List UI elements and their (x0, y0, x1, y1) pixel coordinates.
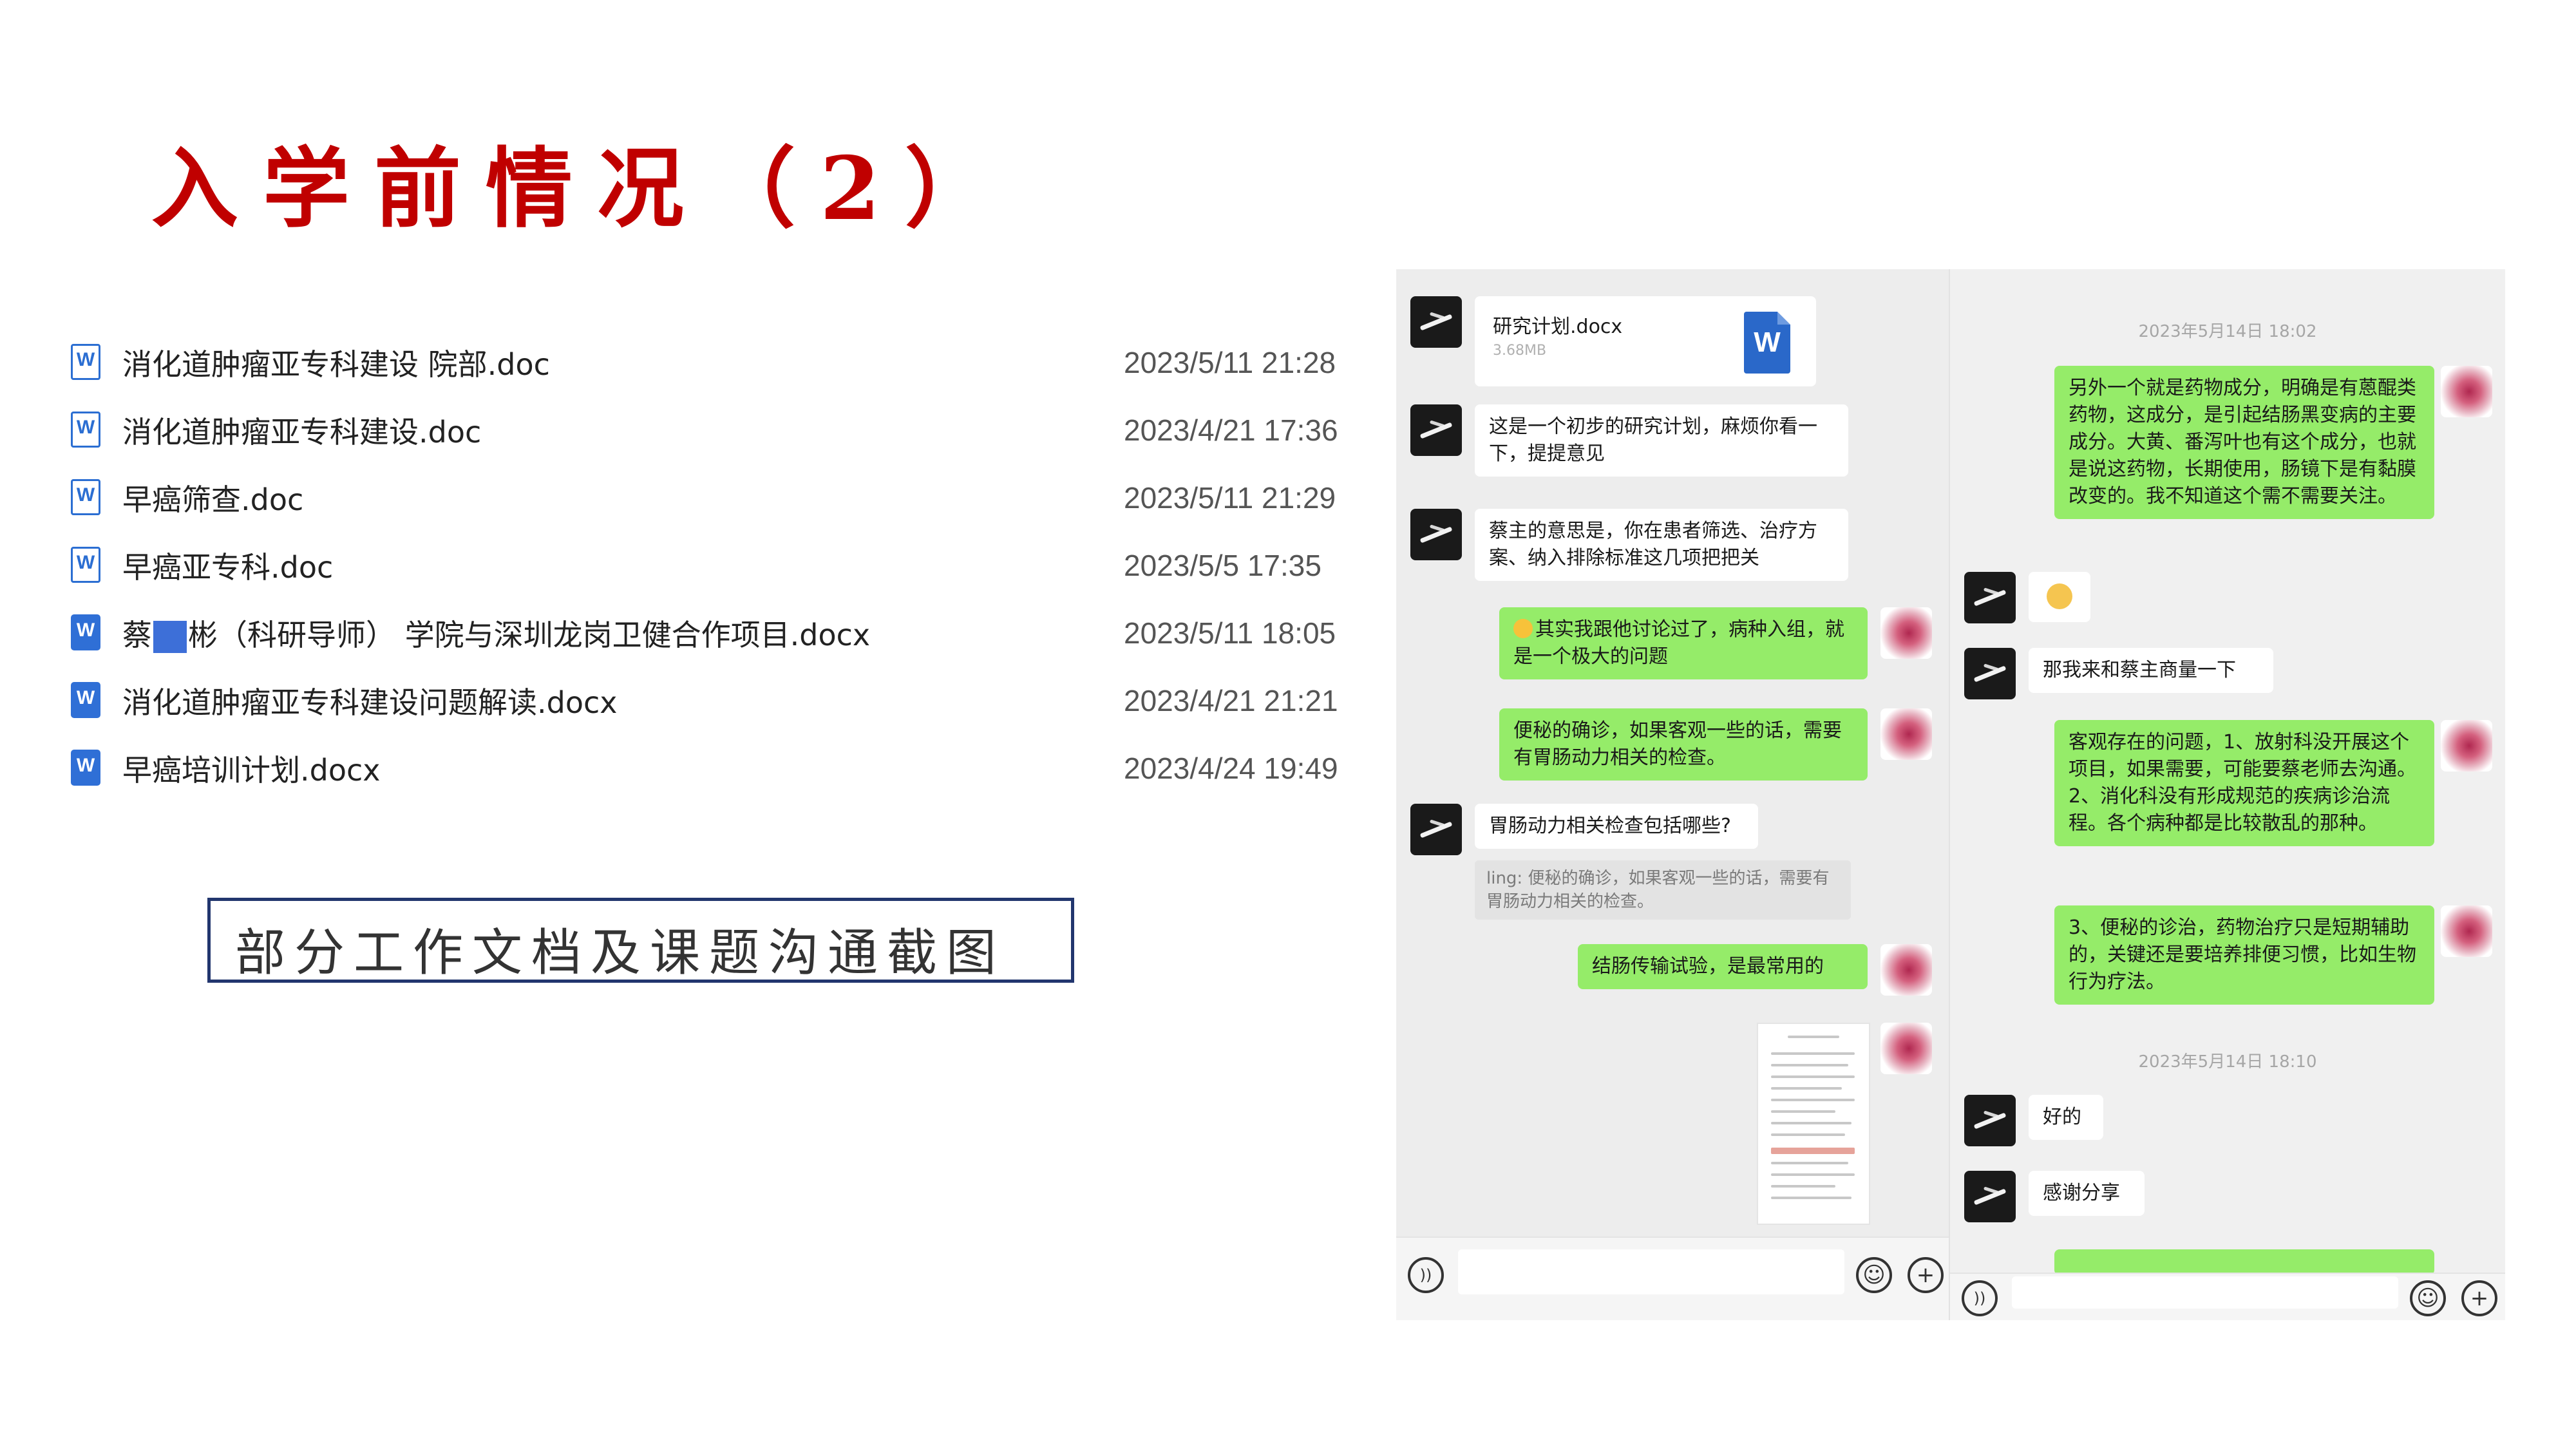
chat-message-sent: 其实我跟他讨论过了，病种入组，就是一个极大的问题 (1499, 607, 1868, 679)
file-name: 蔡 彬（科研导师） 学院与深圳龙岗卫健合作项目.docx (122, 612, 870, 654)
avatar (1880, 708, 1932, 760)
avatar (1964, 1171, 2016, 1222)
chat-message-sent: 客观存在的问题，1、放射科没开展这个项目，如果需要，可能要蔡老师去沟通。2、消化… (2054, 720, 2434, 846)
chat-message: 那我来和蔡主商量一下 (2029, 648, 2273, 693)
file-row[interactable]: W 消化道肿瘤亚专科建设问题解读.docx 2023/4/21 21:21 (71, 667, 1372, 734)
file-list: W 消化道肿瘤亚专科建设 院部.doc 2023/5/11 21:28 W 消化… (71, 328, 1372, 802)
avatar (1410, 804, 1462, 855)
chat-message-partial (2054, 1249, 2434, 1275)
file-card-size: 3.68MB (1493, 343, 1547, 359)
message-input[interactable] (2012, 1276, 2398, 1309)
avatar (1410, 404, 1462, 456)
chat-timestamp: 2023年5月14日 18:10 (2138, 1052, 2317, 1072)
emoji-icon (1513, 619, 1533, 638)
file-row[interactable]: W 消化道肿瘤亚专科建设.doc 2023/4/21 17:36 (71, 396, 1372, 464)
slide-title: 入学前情况（2） (151, 137, 1016, 240)
word-docx-icon: W (71, 749, 103, 787)
chat-message-sent: 结肠传输试验，是最常用的 (1578, 944, 1868, 989)
file-name: 早癌亚专科.doc (122, 549, 334, 585)
file-row[interactable]: W 早癌筛查.doc 2023/5/11 21:29 (71, 464, 1372, 531)
avatar (2441, 720, 2492, 772)
emoji-icon[interactable]: ☺ (2410, 1280, 2446, 1316)
avatar (1410, 296, 1462, 348)
file-row[interactable]: W 消化道肿瘤亚专科建设 院部.doc 2023/5/11 21:28 (71, 328, 1372, 396)
avatar (1410, 509, 1462, 560)
emoji-icon[interactable]: ☺ (1856, 1257, 1892, 1293)
file-name-prefix: 蔡 (122, 617, 152, 652)
chat-message: 蔡主的意思是，你在患者筛选、治疗方案、纳入排除标准这几项把把关 (1475, 509, 1848, 581)
chat-message (2029, 572, 2090, 622)
redaction-block (153, 621, 187, 653)
file-date: 2023/5/11 21:28 (1124, 345, 1336, 379)
caption-text: 部分工作文档及课题沟通截图 (235, 924, 1006, 982)
input-bar: )) ☺ + (1396, 1236, 1950, 1320)
chat-message: 好的 (2029, 1095, 2103, 1140)
chat-pane-left: 研究计划.docx 3.68MB W 这是一个初步的研究计划，麻烦你看一下，提提… (1396, 269, 1950, 1320)
caption-box: 部分工作文档及课题沟通截图 (207, 898, 1074, 983)
word-doc-icon: W (71, 478, 103, 516)
message-input[interactable] (1458, 1249, 1844, 1294)
word-doc-icon: W (71, 546, 103, 584)
plus-icon[interactable]: + (2461, 1280, 2497, 1316)
input-bar: )) ☺ + (1950, 1273, 2505, 1320)
chat-screenshot: 研究计划.docx 3.68MB W 这是一个初步的研究计划，麻烦你看一下，提提… (1396, 269, 2505, 1320)
chat-timestamp: 2023年5月14日 18:02 (2138, 322, 2317, 341)
ok-hand-icon (2047, 583, 2072, 609)
file-message-card[interactable]: 研究计划.docx 3.68MB W (1475, 296, 1816, 386)
word-file-icon: W (1744, 312, 1790, 374)
avatar (2441, 366, 2492, 417)
file-card-name: 研究计划.docx (1493, 316, 1623, 338)
chat-message-sent: 3、便秘的诊治，药物治疗只是短期辅助的，关键还是要培养排便习惯，比如生物行为疗法… (2054, 905, 2434, 1005)
file-row[interactable]: W 早癌培训计划.docx 2023/4/24 19:49 (71, 734, 1372, 802)
chat-message: 这是一个初步的研究计划，麻烦你看一下，提提意见 (1475, 404, 1848, 477)
avatar (1964, 572, 2016, 623)
avatar (1880, 1023, 1932, 1074)
word-docx-icon: W (71, 681, 103, 719)
chat-message-sent: 另外一个就是药物成分，明确是有蒽醌类药物，这成分，是引起结肠黑变病的主要成分。大… (2054, 366, 2434, 519)
avatar (1964, 1095, 2016, 1146)
file-date: 2023/4/24 19:49 (1124, 751, 1338, 785)
file-date: 2023/5/5 17:35 (1124, 548, 1321, 582)
avatar (2441, 905, 2492, 957)
avatar (1880, 607, 1932, 659)
avatar (1964, 648, 2016, 699)
file-name: 消化道肿瘤亚专科建设问题解读.docx (122, 685, 618, 720)
file-name-suffix: 彬（科研导师） 学院与深圳龙岗卫健合作项目.docx (188, 617, 871, 652)
quoted-message: ling: 便秘的确诊，如果客观一些的话，需要有胃肠动力相关的检查。 (1475, 860, 1851, 920)
file-row[interactable]: W 早癌亚专科.doc 2023/5/5 17:35 (71, 531, 1372, 599)
chat-message-text: 其实我跟他讨论过了，病种入组，就是一个极大的问题 (1513, 618, 1844, 668)
file-date: 2023/5/11 18:05 (1124, 616, 1336, 650)
file-name: 早癌培训计划.docx (122, 752, 381, 788)
voice-icon[interactable]: )) (1962, 1280, 1998, 1316)
chat-message: 胃肠动力相关检查包括哪些? (1475, 804, 1758, 849)
voice-icon[interactable]: )) (1408, 1257, 1444, 1293)
word-docx-icon: W (71, 614, 103, 652)
image-message-thumbnail[interactable] (1757, 1023, 1870, 1225)
file-name: 早癌筛查.doc (122, 482, 304, 517)
word-doc-icon: W (71, 343, 103, 381)
chat-pane-right: 2023年5月14日 18:02 另外一个就是药物成分，明确是有蒽醌类药物，这成… (1950, 269, 2505, 1320)
file-name: 消化道肿瘤亚专科建设 院部.doc (122, 346, 550, 382)
chat-message-sent: 便秘的确诊，如果客观一些的话，需要有胃肠动力相关的检查。 (1499, 708, 1868, 781)
avatar (1880, 944, 1932, 996)
file-name: 消化道肿瘤亚专科建设.doc (122, 414, 482, 450)
file-row[interactable]: W 蔡 彬（科研导师） 学院与深圳龙岗卫健合作项目.docx 2023/5/11 … (71, 599, 1372, 667)
file-date: 2023/4/21 21:21 (1124, 683, 1338, 717)
word-doc-icon: W (71, 411, 103, 449)
file-date: 2023/4/21 17:36 (1124, 413, 1338, 447)
chat-message: 感谢分享 (2029, 1171, 2145, 1216)
file-date: 2023/5/11 21:29 (1124, 480, 1336, 515)
plus-icon[interactable]: + (1908, 1257, 1944, 1293)
